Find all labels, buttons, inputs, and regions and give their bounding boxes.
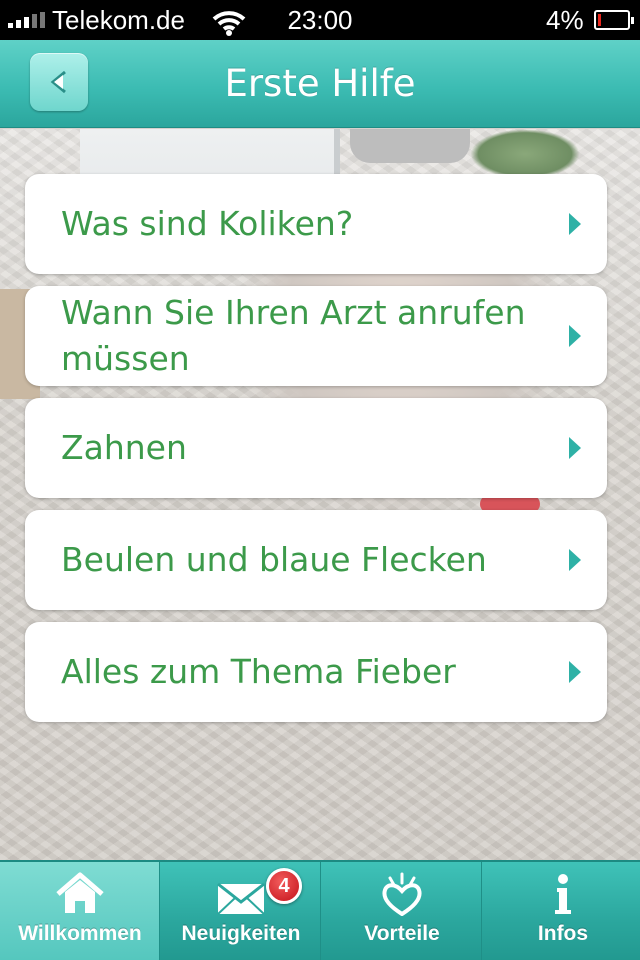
page-title: Erste Hilfe [224, 62, 416, 105]
menu-item-label: Wann Sie Ihren Arzt anrufen müssen [61, 293, 526, 378]
menu-item-arzt[interactable]: Wann Sie Ihren Arzt anrufen müssen [25, 286, 607, 386]
tab-willkommen[interactable]: Willkommen [0, 862, 160, 960]
menu-item-fieber[interactable]: Alles zum Thema Fieber [25, 622, 607, 722]
tab-label: Vorteile [364, 922, 440, 945]
battery-icon [594, 10, 634, 30]
chevron-right-icon [569, 437, 581, 459]
background-plant [470, 129, 580, 179]
menu-item-zahnen[interactable]: Zahnen [25, 398, 607, 498]
chevron-right-icon [569, 213, 581, 235]
info-icon [483, 872, 640, 918]
tab-label: Willkommen [18, 922, 142, 945]
navigation-bar: Erste Hilfe [0, 40, 640, 128]
home-icon [0, 872, 160, 918]
menu-item-label: Beulen und blaue Flecken [61, 540, 487, 579]
tab-vorteile[interactable]: Vorteile [322, 862, 482, 960]
background-hat [350, 129, 470, 163]
tab-infos[interactable]: Infos [483, 862, 640, 960]
tab-label: Infos [537, 922, 589, 945]
battery-percentage: 4% [546, 5, 584, 35]
menu-item-label: Alles zum Thema Fieber [61, 652, 456, 691]
tab-label: Neuigkeiten [181, 922, 301, 945]
chevron-right-icon [569, 661, 581, 683]
menu-item-label: Was sind Koliken? [61, 204, 354, 243]
battery-level [598, 14, 601, 26]
back-arrow-icon [50, 70, 66, 94]
clock: 23:00 [287, 5, 353, 35]
heart-icon [322, 872, 482, 918]
back-button[interactable] [30, 53, 88, 111]
status-bar: Telekom.de 23:00 4% [0, 0, 640, 40]
menu-item-label: Zahnen [61, 428, 187, 467]
menu-item-beulen[interactable]: Beulen und blaue Flecken [25, 510, 607, 610]
tab-bar: Willkommen Neuigkeiten Vorteile Infos [0, 860, 640, 960]
chevron-right-icon [569, 549, 581, 571]
menu-item-koliken[interactable]: Was sind Koliken? [25, 174, 607, 274]
notification-badge: 4 [266, 868, 302, 904]
chevron-right-icon [569, 325, 581, 347]
